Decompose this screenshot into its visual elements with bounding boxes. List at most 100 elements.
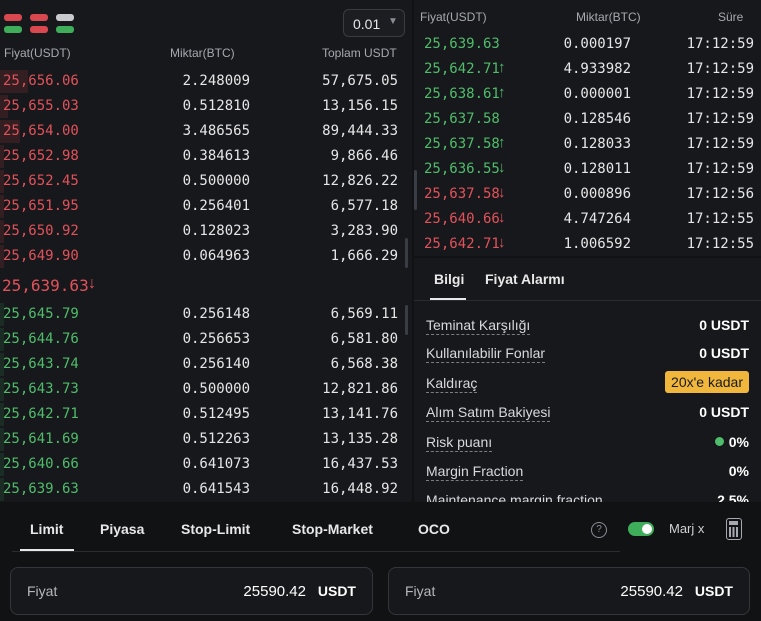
available-funds-label[interactable]: Kullanılabilir Fonlar [426,345,546,363]
sell-price-unit: USDT [694,583,733,599]
ask-row[interactable]: 25,652.45 0.500000 12,826.22 [0,169,404,194]
ask-total: 9,866.46 [330,148,398,164]
info-panel: Bilgi Fiyat Alarmı Teminat Karşılığı 0 U… [414,258,761,502]
tab-oco[interactable]: OCO [418,521,450,537]
bid-row[interactable]: 25,644.76 0.256653 6,581.80 [0,327,404,352]
help-icon[interactable]: ? [591,522,607,538]
margin-fraction-label[interactable]: Margin Fraction [426,463,524,481]
ask-row[interactable]: 25,655.03 0.512810 13,156.15 [0,94,404,119]
chevron-down-icon: ▼ [388,16,398,27]
bid-price: 25,643.74 [3,356,79,372]
ask-row[interactable]: 25,656.06 2.248009 57,675.05 [0,69,404,94]
sell-price-input[interactable]: Fiyat 25590.42 USDT [388,567,750,615]
asks-scrollbar[interactable] [405,238,408,268]
trade-row: 25,638.61 ↑ 0.000001 17:12:59 [414,82,761,107]
ask-total: 6,577.18 [330,198,398,214]
ask-row[interactable]: 25,654.00 3.486565 89,444.33 [0,119,404,144]
bids-only-view-icon[interactable] [56,14,74,36]
asks-only-view-icon[interactable] [30,14,48,36]
ask-price: 25,649.90 [3,248,79,264]
ask-price: 25,652.45 [3,173,79,189]
ask-amount: 0.064963 [182,248,250,264]
bid-row[interactable]: 25,645.79 0.256148 6,569.11 [0,302,404,327]
ask-price: 25,652.98 [3,148,79,164]
ask-price: 25,654.00 [3,123,79,139]
order-book-headers: Fiyat(USDT) Miktar(BTC) Toplam USDT [0,46,412,64]
ask-row[interactable]: 25,652.98 0.384613 9,866.46 [0,144,404,169]
both-sides-view-icon[interactable] [4,14,22,36]
trade-price: 25,637.58 [424,186,500,202]
ask-total: 57,675.05 [322,73,398,89]
info-row-clip: Maintenance margin fraction 2.5% [414,484,761,502]
trade-time: 17:12:59 [686,111,754,127]
ask-total: 3,283.90 [330,223,398,239]
ask-amount: 0.384613 [182,148,250,164]
info-row-margin-fraction: Margin Fraction 0% [414,458,761,484]
trade-direction-arrow-icon: ↑ [498,59,506,76]
bid-row[interactable]: 25,643.74 0.256140 6,568.38 [0,352,404,377]
order-form: Limit Piyasa Stop-Limit Stop-Market OCO … [0,504,761,621]
trade-price: 25,640.66 [424,211,500,227]
info-row-collateral: Teminat Karşılığı 0 USDT [414,312,761,338]
buy-price-input[interactable]: Fiyat 25590.42 USDT [10,567,373,615]
ask-total: 13,156.15 [322,98,398,114]
bid-row[interactable]: 25,642.71 0.512495 13,141.76 [0,402,404,427]
bid-amount: 0.641543 [182,481,250,497]
calculator-icon[interactable] [726,518,742,540]
precision-select[interactable]: 0.01 ▼ [343,9,405,37]
trading-balance-label[interactable]: Alım Satım Bakiyesi [426,404,551,422]
leverage-label[interactable]: Kaldıraç [426,375,478,393]
margin-toggle[interactable] [628,522,654,536]
collateral-value: 0 USDT [699,317,749,333]
tab-stop-market[interactable]: Stop-Market [292,521,373,537]
bid-row[interactable]: 25,643.73 0.500000 12,821.86 [0,377,404,402]
trade-row: 25,637.58 0.128546 17:12:59 [414,107,761,132]
sell-price-label: Fiyat [405,583,436,599]
bid-total: 16,437.53 [322,456,398,472]
trades-scrollbar[interactable] [414,170,417,210]
bid-total: 6,569.11 [330,306,398,322]
ask-row[interactable]: 25,649.90 0.064963 1,666.29 [0,244,404,269]
tab-price-alarm[interactable]: Fiyat Alarmı [485,271,565,287]
risk-score-label[interactable]: Risk puanı [426,434,493,452]
bid-price: 25,639.63 [3,481,79,497]
bid-total: 6,568.38 [330,356,398,372]
trade-price-header: Fiyat(USDT) [420,10,487,24]
calculator-screen [729,521,738,525]
trade-time: 17:12:59 [686,136,754,152]
maintenance-margin-label[interactable]: Maintenance margin fraction [426,492,603,502]
bid-row[interactable]: 25,640.66 0.641073 16,437.53 [0,452,404,477]
tab-info[interactable]: Bilgi [434,271,464,287]
info-tabs: Bilgi Fiyat Alarmı [414,258,761,301]
order-book-toolbar: 0.01 ▼ [0,6,412,38]
ask-total: 12,826.22 [322,173,398,189]
trade-price: 25,636.55 [424,161,500,177]
trade-price: 25,638.61 [424,86,500,102]
price-header: Fiyat(USDT) [4,46,71,60]
ask-row[interactable]: 25,650.92 0.128023 3,283.90 [0,219,404,244]
bids-scrollbar[interactable] [405,305,408,335]
ask-price: 25,655.03 [3,98,79,114]
bid-row[interactable]: 25,639.63 0.641543 16,448.92 [0,477,404,502]
buy-price-label: Fiyat [27,583,58,599]
leverage-badge[interactable]: 20x'e kadar [665,371,749,393]
tab-limit[interactable]: Limit [30,521,63,537]
trade-direction-arrow-icon: ↑ [498,134,506,151]
tab-stop-limit[interactable]: Stop-Limit [181,521,250,537]
bid-price: 25,644.76 [3,331,79,347]
collateral-label[interactable]: Teminat Karşılığı [426,317,531,335]
ask-amount: 0.512810 [182,98,250,114]
trade-amount: 0.000896 [563,186,631,202]
tab-market[interactable]: Piyasa [100,521,144,537]
trade-time: 17:12:56 [686,186,754,202]
ask-row[interactable]: 25,651.95 0.256401 6,577.18 [0,194,404,219]
bid-total: 16,448.92 [322,481,398,497]
trade-direction-arrow-icon: ↓ [498,234,506,251]
risk-score-value: 0% [728,434,749,450]
trade-time: 17:12:55 [686,236,754,252]
trade-amount: 0.128546 [563,111,631,127]
trade-amount: 0.128033 [563,136,631,152]
ask-price: 25,656.06 [3,73,79,89]
maintenance-margin-value: 2.5% [717,492,749,502]
bid-row[interactable]: 25,641.69 0.512263 13,135.28 [0,427,404,452]
